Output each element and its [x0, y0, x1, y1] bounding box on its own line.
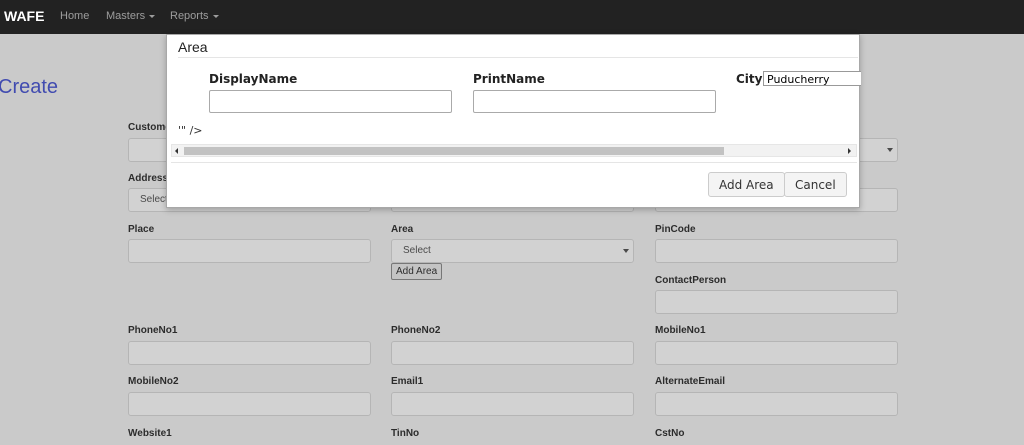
area-modal: Area DisplayName PrintName City Puducher… — [166, 34, 861, 208]
nav-masters[interactable]: Masters — [106, 10, 156, 22]
modal-add-area-button[interactable]: Add Area — [708, 172, 785, 197]
stray-markup-text: '" /> — [178, 124, 203, 137]
modal-divider — [178, 57, 858, 58]
brand-link[interactable]: WAFE — [4, 8, 44, 24]
nav-reports[interactable]: Reports — [170, 10, 219, 22]
display-name-input[interactable] — [209, 90, 452, 113]
nav-home[interactable]: Home — [60, 10, 89, 22]
caret-down-icon — [212, 14, 219, 18]
navbar: WAFE Home Masters Reports — [0, 0, 1024, 34]
city-select[interactable]: Puducherry — [763, 71, 861, 86]
nav-reports-label: Reports — [170, 10, 209, 22]
city-label: City — [736, 72, 763, 86]
caret-down-icon — [149, 14, 156, 18]
scroll-right-icon[interactable] — [848, 148, 851, 154]
horizontal-scrollbar[interactable] — [171, 144, 857, 157]
print-name-label: PrintName — [473, 72, 545, 86]
nav-masters-label: Masters — [106, 10, 146, 22]
print-name-input[interactable] — [473, 90, 716, 113]
display-name-label: DisplayName — [209, 72, 298, 86]
modal-footer-divider — [171, 162, 857, 163]
modal-cancel-button[interactable]: Cancel — [784, 172, 847, 197]
scrollbar-thumb[interactable] — [184, 147, 724, 155]
scroll-left-icon[interactable] — [175, 148, 178, 154]
modal-title: Area — [178, 39, 208, 55]
